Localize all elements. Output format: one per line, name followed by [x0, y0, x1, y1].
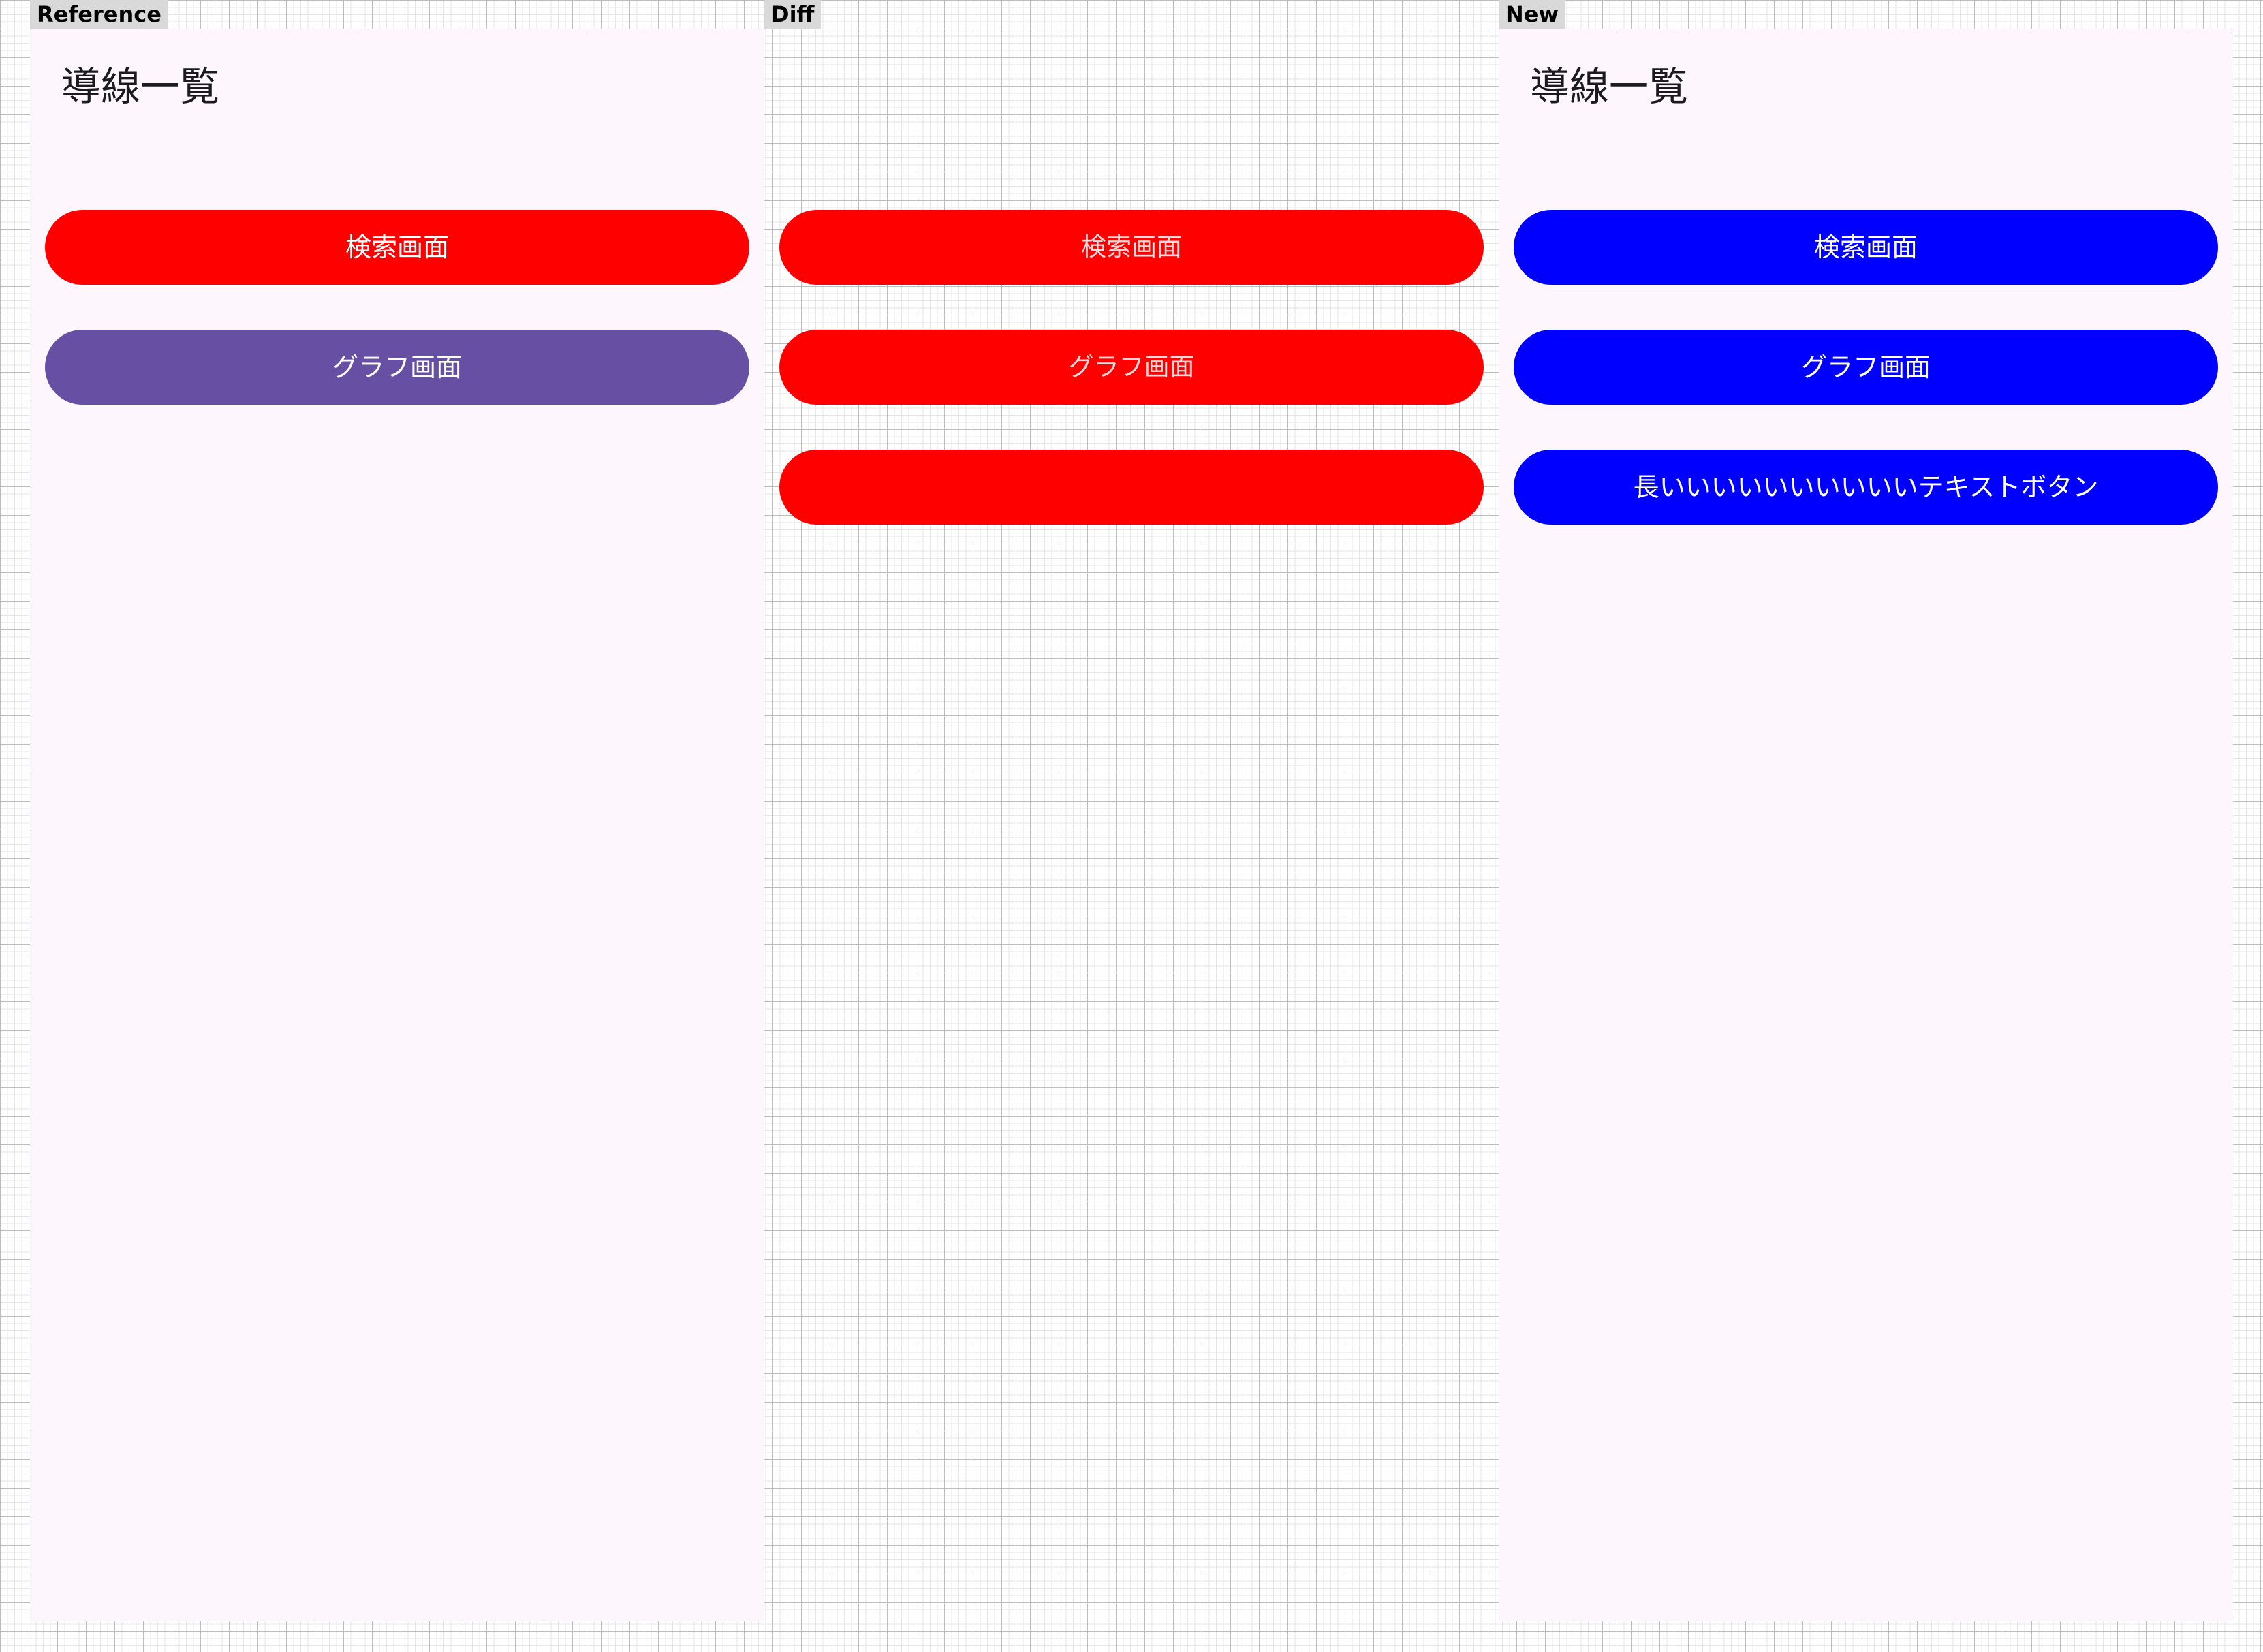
new-panel-label: New [1499, 0, 1566, 29]
page-title: 導線一覧 [1530, 63, 1689, 110]
graph-screen-button[interactable]: グラフ画面 [1514, 330, 2218, 405]
diff-panel-label: Diff [764, 0, 822, 29]
new-screen: 導線一覧 検索画面 グラフ画面 長いいいいいいいいいいテキストボタン [1499, 29, 2233, 1621]
long-text-button[interactable]: 長いいいいいいいいいいテキストボタン [1514, 450, 2218, 525]
search-screen-button[interactable]: 検索画面 [1514, 210, 2218, 285]
reference-screen: 導線一覧 検索画面 グラフ画面 [30, 29, 764, 1621]
page-title: 導線一覧 [61, 63, 220, 110]
diff-graph-button-highlight: グラフ画面 [779, 330, 1484, 405]
search-screen-button[interactable]: 検索画面 [45, 210, 749, 285]
diff-long-text-button-highlight [779, 450, 1484, 525]
graph-screen-button[interactable]: グラフ画面 [45, 330, 749, 405]
reference-panel-label: Reference [30, 0, 168, 29]
diff-search-button-highlight: 検索画面 [779, 210, 1484, 285]
diff-area: 検索画面 グラフ画面 [764, 29, 1499, 1621]
